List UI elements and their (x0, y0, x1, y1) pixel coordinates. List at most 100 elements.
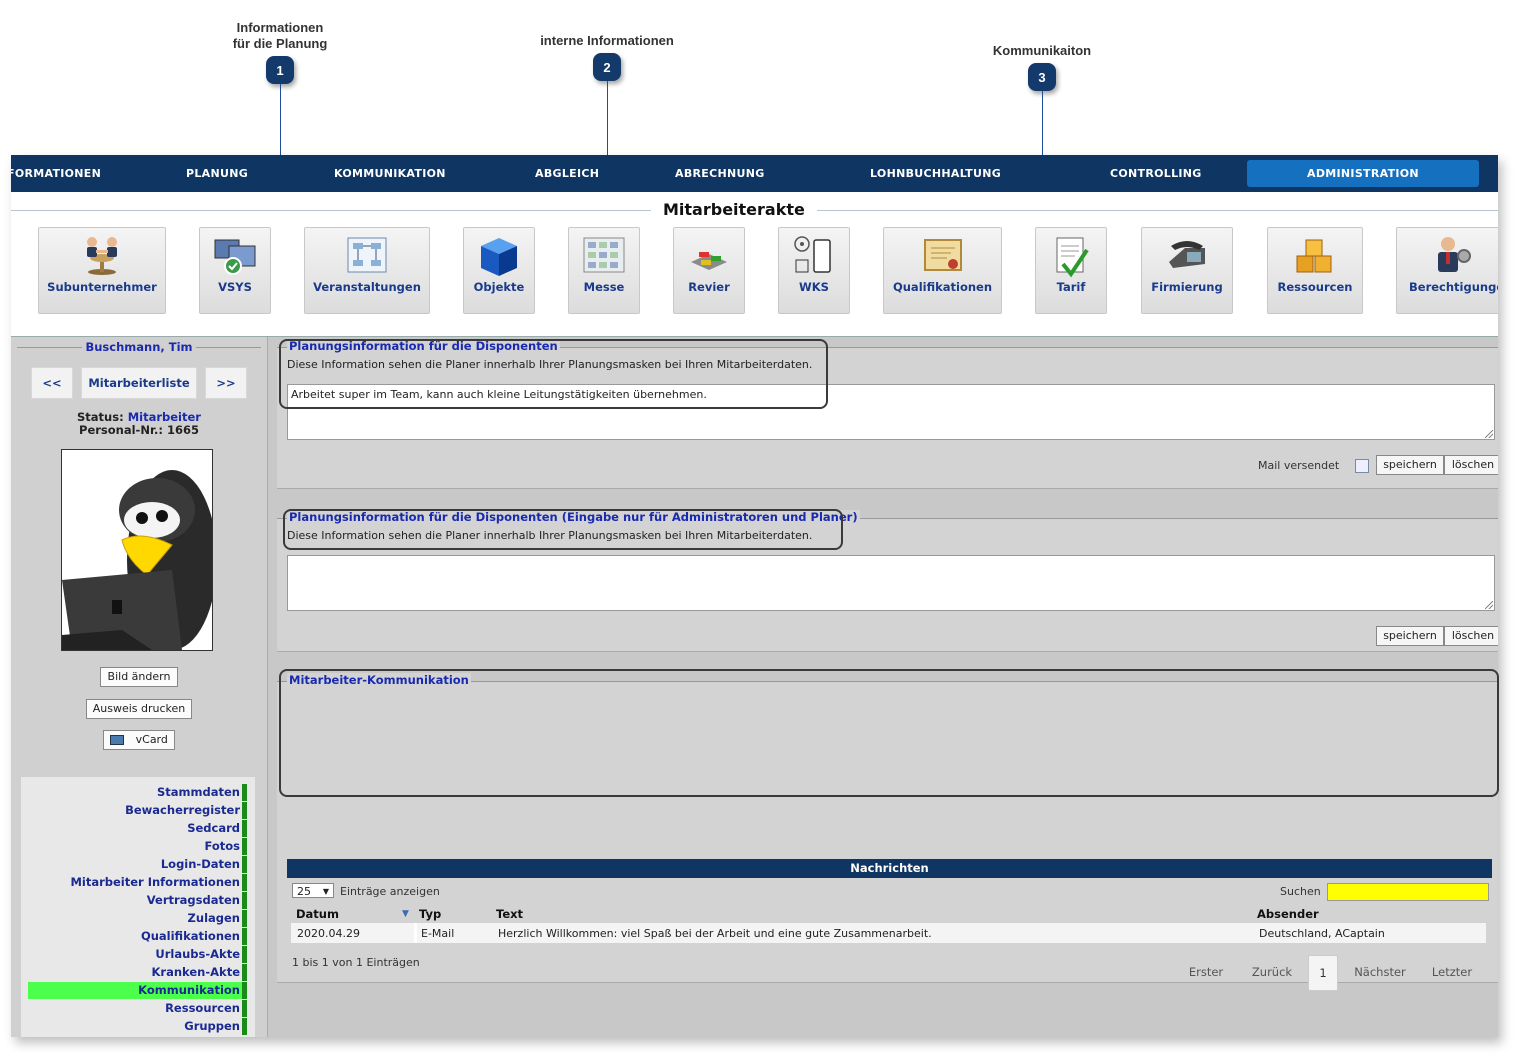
annotation-badge-2: 2 (593, 53, 621, 81)
annotation-box-2 (283, 509, 843, 550)
resize-grip-icon[interactable] (1485, 430, 1493, 438)
menu-mitarbeiter-informationen[interactable]: Mitarbeiter Informationen (70, 874, 247, 891)
module-tarif[interactable]: Tarif (1035, 227, 1107, 314)
vcard-label: vCard (135, 733, 168, 746)
nav-abrechnung[interactable]: ABRECHNUNG (675, 155, 765, 192)
page-size-select[interactable]: 25 ▼ (292, 883, 334, 898)
resize-grip-icon[interactable] (1485, 601, 1493, 609)
module-wks[interactable]: WKS (778, 227, 850, 314)
handshake-icon (87, 237, 117, 275)
module-firmierung[interactable]: Firmierung (1141, 227, 1233, 314)
pagination-first[interactable]: Erster (1182, 955, 1230, 989)
prev-employee-button[interactable]: << (31, 367, 73, 399)
menu-vertragsdaten[interactable]: Vertragsdaten (147, 892, 247, 909)
search-label: Suchen (1280, 885, 1321, 898)
menu-stammdaten[interactable]: Stammdaten (157, 784, 247, 801)
module-label: Tarif (1056, 280, 1086, 294)
planning-info-delete-button[interactable]: löschen (1444, 455, 1498, 475)
print-id-button[interactable]: Ausweis drucken (86, 699, 192, 719)
employee-photo (61, 449, 213, 651)
menu-urlaubs-akte[interactable]: Urlaubs-Akte (155, 946, 247, 963)
module-messe[interactable]: Messe (568, 227, 640, 314)
employee-list-button[interactable]: Mitarbeiterliste (81, 367, 197, 399)
planning-info-save-button[interactable]: speichern (1376, 455, 1444, 475)
menu-gruppen[interactable]: Gruppen (184, 1018, 247, 1035)
module-label: Objekte (473, 280, 525, 294)
employee-personal-nr: Personal-Nr.: 1665 (11, 423, 267, 437)
employee-name-wrap: Buschmann, Tim (11, 340, 267, 354)
annotation-box-1 (279, 339, 828, 409)
pagination-next[interactable]: Nächster (1352, 955, 1408, 989)
annotation-3-line1: Kommunikaiton (992, 43, 1092, 58)
module-subunternehmer[interactable]: Subunternehmer (38, 227, 166, 314)
module-ressourcen[interactable]: Ressourcen (1267, 227, 1363, 314)
column-typ[interactable]: Typ (419, 907, 441, 921)
cell-absender: Deutschland, ACaptain (1259, 927, 1385, 940)
nav-informationen[interactable]: FORMATIONEN (11, 155, 101, 192)
column-absender[interactable]: Absender (1257, 907, 1319, 921)
pagination-last[interactable]: Letzter (1428, 955, 1476, 989)
nav-administration[interactable]: ADMINISTRATION (1247, 160, 1479, 187)
internal-info-textarea[interactable] (287, 555, 1495, 611)
menu-kommunikation[interactable]: Kommunikation (28, 982, 247, 999)
module-label: WKS (799, 280, 829, 294)
module-label: Messe (583, 280, 625, 294)
search-input[interactable] (1327, 883, 1489, 901)
personal-nr-label: Personal-Nr.: (79, 423, 163, 437)
module-label: Subunternehmer (47, 280, 157, 294)
annotation-2-label: interne Informationen (507, 33, 707, 49)
menu-qualifikationen[interactable]: Qualifikationen (141, 928, 247, 945)
status-label: Status: (77, 410, 124, 424)
nav-controlling[interactable]: CONTROLLING (1110, 155, 1202, 192)
cube-icon (481, 238, 517, 276)
nav-abgleich[interactable]: ABGLEICH (535, 155, 599, 192)
flowchart-icon (347, 237, 387, 273)
annotation-1-label: Informationen für die Planung (205, 20, 355, 52)
module-bar: Mitarbeiterakte Subunternehmer VSYS Vera… (11, 192, 1498, 337)
annotation-3-label: Kommunikaiton (962, 43, 1122, 59)
pagination-page-1[interactable]: 1 (1308, 955, 1338, 991)
module-vsys[interactable]: VSYS (199, 227, 271, 314)
row-divider (414, 923, 417, 943)
top-navigation: FORMATIONEN PLANUNG KOMMUNIKATION ABGLEI… (11, 155, 1498, 192)
boxes-icon (1296, 239, 1332, 273)
menu-login-daten[interactable]: Login-Daten (161, 856, 247, 873)
column-text[interactable]: Text (496, 907, 523, 921)
menu-bewacherregister[interactable]: Bewacherregister (125, 802, 247, 819)
document-check-icon (1056, 237, 1089, 278)
module-label: Firmierung (1151, 280, 1223, 294)
mail-sent-label: Mail versendet (1258, 459, 1340, 472)
change-picture-button[interactable]: Bild ändern (100, 667, 178, 687)
internal-info-save-button[interactable]: speichern (1376, 626, 1444, 646)
menu-kranken-akte[interactable]: Kranken-Akte (152, 964, 247, 981)
entries-label: Einträge anzeigen (340, 885, 440, 898)
pagination-prev[interactable]: Zurück (1247, 955, 1297, 989)
page-title: Mitarbeiterakte (651, 200, 817, 219)
column-datum[interactable]: Datum (296, 907, 339, 921)
menu-ressourcen[interactable]: Ressourcen (165, 1000, 247, 1017)
menu-fotos[interactable]: Fotos (204, 838, 247, 855)
status-value: Mitarbeiter (127, 410, 201, 424)
internal-info-delete-button[interactable]: löschen (1444, 626, 1498, 646)
annotation-2-line1: interne Informationen (540, 33, 674, 48)
module-qualifikationen[interactable]: Qualifikationen (883, 227, 1002, 314)
vcard-button[interactable]: vCard (103, 730, 175, 750)
menu-sedcard[interactable]: Sedcard (187, 820, 247, 837)
nav-lohnbuchhaltung[interactable]: LOHNBUCHHALTUNG (870, 155, 1001, 192)
monitors-icon (214, 239, 256, 275)
next-employee-button[interactable]: >> (205, 367, 247, 399)
nav-kommunikation[interactable]: KOMMUNIKATION (334, 155, 446, 192)
module-veranstaltungen[interactable]: Veranstaltungen (304, 227, 430, 314)
mail-sent-icon[interactable] (1355, 459, 1369, 473)
certificate-icon (923, 239, 962, 271)
module-berechtigungen[interactable]: Berechtigunge (1396, 227, 1498, 314)
nfc-icon (794, 236, 831, 273)
module-objekte[interactable]: Objekte (463, 227, 535, 314)
table-info: 1 bis 1 von 1 Einträgen (292, 956, 420, 969)
app-window: FORMATIONEN PLANUNG KOMMUNIKATION ABGLEI… (11, 155, 1498, 1037)
module-revier[interactable]: Revier (673, 227, 745, 314)
menu-zulagen[interactable]: Zulagen (188, 910, 247, 927)
annotation-badge-3: 3 (1028, 63, 1056, 91)
nav-planung[interactable]: PLANUNG (186, 155, 248, 192)
sort-desc-icon: ▼ (402, 909, 409, 919)
